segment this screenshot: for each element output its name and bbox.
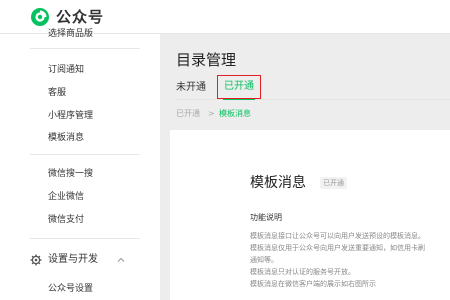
status-badge: 已开通 [320,177,347,189]
sidebar-divider [30,48,140,49]
tab-enabled[interactable]: 已开通 [217,75,261,99]
sidebar-item-wecom[interactable]: 企业微信 [48,191,84,203]
chevron-up-icon[interactable] [116,255,126,265]
tab-not-enabled[interactable]: 未开通 [176,81,206,95]
card-title: 模板消息 [250,175,306,191]
description-line: 模板消息仅用于公众号向用户发送重要通知，如信用卡刷 [250,244,425,252]
breadcrumb-current: 模板消息 [219,109,251,118]
sidebar-item-subscribe-notice[interactable]: 订阅通知 [48,64,84,76]
section-label: 设置与开发 [48,254,98,265]
description-line: 通知等。 [250,256,278,264]
sidebar-item-customer-service[interactable]: 客服 [48,87,66,99]
template-message-card: 模板消息 已开通 功能说明 模板消息接口让公众号可以向用户发送预设的模板消息。 … [170,130,450,300]
gear-icon [30,254,42,266]
sidebar-item-account-settings[interactable]: 公众号设置 [48,283,93,295]
description-line: 模板消息在微信客户端的展示如右图所示 [250,280,376,288]
sidebar: 选择商品版 订阅通知 客服 小程序管理 模板消息 微信搜一搜 企业微信 微信支付… [0,29,160,300]
breadcrumb-enabled[interactable]: 已开通 [176,108,200,120]
brand-name: 公众号 [56,8,105,26]
feature-description-heading: 功能说明 [250,213,282,222]
sidebar-item-wechat-search[interactable]: 微信搜一搜 [48,168,93,180]
sidebar-item-cut[interactable]: 选择商品版 [48,28,93,40]
description-line: 模板消息接口让公众号可以向用户发送预设的模板消息。 [250,232,425,240]
sidebar-item-wechat-pay[interactable]: 微信支付 [48,214,84,226]
page-title: 目录管理 [176,51,237,69]
sidebar-item-template-message[interactable]: 模板消息 [48,132,84,144]
main-content: 目录管理 未开通 已开通 已开通 > 模板消息 模板消息 已开通 功能说明 模板… [160,34,450,300]
breadcrumb-separator: > [208,109,215,118]
sidebar-item-miniprogram[interactable]: 小程序管理 [48,110,93,122]
description-line: 模板消息只对认证的服务号开放。 [250,268,355,276]
sidebar-divider [30,154,140,155]
tab-divider [176,99,450,100]
sidebar-divider [30,238,140,239]
wechat-logo-icon [31,8,49,26]
sidebar-section-settings-dev[interactable]: 设置与开发 [30,252,140,268]
